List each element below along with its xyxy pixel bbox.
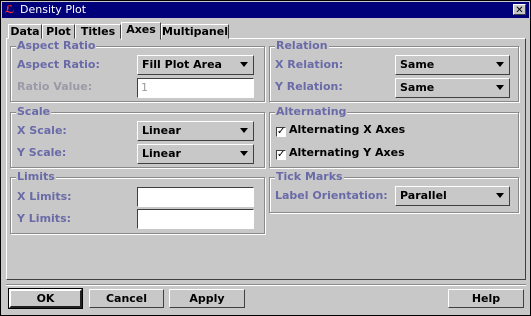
label-orientation-select[interactable]: Parallel [395, 186, 510, 206]
apply-button[interactable]: Apply [169, 289, 245, 308]
x-scale-label: X Scale: [17, 124, 67, 137]
alternating-x-checkbox[interactable]: ✓ [276, 127, 286, 137]
tab-titles[interactable]: Titles [75, 24, 121, 39]
help-button[interactable]: Help [448, 289, 524, 308]
scale-group-title: Scale [16, 105, 52, 118]
tab-data[interactable]: Data [8, 24, 42, 39]
x-scale-value: Linear [142, 124, 181, 137]
chevron-down-icon [496, 85, 504, 90]
aspect-ratio-value: Fill Plot Area [142, 58, 222, 71]
scale-group: Scale X Scale: Linear Y Scale: Linear [10, 106, 265, 168]
y-scale-value: Linear [142, 147, 181, 160]
x-relation-select[interactable]: Same [395, 55, 510, 75]
label-orientation-label: Label Orientation: [275, 189, 388, 202]
chevron-down-icon [240, 128, 248, 133]
chevron-down-icon [496, 193, 504, 198]
aspect-ratio-select[interactable]: Fill Plot Area [137, 55, 254, 75]
chevron-down-icon [496, 62, 504, 67]
y-relation-select[interactable]: Same [395, 78, 510, 98]
cancel-button[interactable]: Cancel [89, 289, 164, 308]
app-icon: ℒ [5, 3, 15, 16]
limits-group: Limits X Limits: Y Limits: [10, 171, 265, 234]
relation-group: Relation X Relation: Same Y Relation: Sa… [269, 40, 519, 102]
close-button[interactable]: ✕ [513, 4, 526, 16]
x-limits-label: X Limits: [17, 190, 72, 203]
chevron-down-icon [240, 62, 248, 67]
aspect-ratio-group-title: Aspect Ratio [16, 39, 97, 52]
relation-group-title: Relation [275, 39, 329, 52]
alternating-group: Alternating ✓ Alternating X Axes ✓ Alter… [269, 106, 519, 168]
tab-plot[interactable]: Plot [42, 24, 75, 39]
window-title: Density Plot [20, 3, 87, 16]
ratio-value-label: Ratio Value: [17, 80, 93, 93]
alternating-y-label[interactable]: Alternating Y Axes [289, 146, 405, 160]
x-relation-label: X Relation: [275, 58, 344, 71]
x-limits-input[interactable] [137, 187, 254, 207]
ratio-value-input[interactable]: 1 [137, 78, 254, 98]
alternating-x-label[interactable]: Alternating X Axes [289, 123, 405, 137]
alternating-group-title: Alternating [275, 105, 348, 118]
tick-marks-group: Tick Marks Label Orientation: Parallel [269, 171, 519, 213]
y-relation-label: Y Relation: [275, 80, 343, 93]
ok-button[interactable]: OK [8, 288, 83, 309]
label-orientation-value: Parallel [400, 189, 447, 202]
tab-multipanel[interactable]: Multipanel [161, 24, 229, 39]
aspect-ratio-label: Aspect Ratio: [17, 58, 100, 71]
y-scale-select[interactable]: Linear [137, 144, 254, 164]
y-limits-input[interactable] [137, 209, 254, 229]
y-scale-label: Y Scale: [17, 146, 67, 159]
limits-group-title: Limits [16, 170, 56, 183]
alternating-y-checkbox[interactable]: ✓ [276, 150, 286, 160]
x-relation-value: Same [400, 58, 435, 71]
title-bar[interactable]: ℒ Density Plot ✕ [2, 2, 529, 18]
x-scale-select[interactable]: Linear [137, 121, 254, 141]
tab-axes[interactable]: Axes [121, 22, 161, 40]
button-separator [6, 284, 526, 286]
y-limits-label: Y Limits: [17, 212, 72, 225]
aspect-ratio-group: Aspect Ratio Aspect Ratio: Fill Plot Are… [10, 40, 265, 102]
y-relation-value: Same [400, 81, 435, 94]
chevron-down-icon [240, 151, 248, 156]
density-plot-dialog: ℒ Density Plot ✕ Data Plot Titles Axes M… [0, 0, 531, 316]
tick-marks-group-title: Tick Marks [275, 170, 344, 183]
